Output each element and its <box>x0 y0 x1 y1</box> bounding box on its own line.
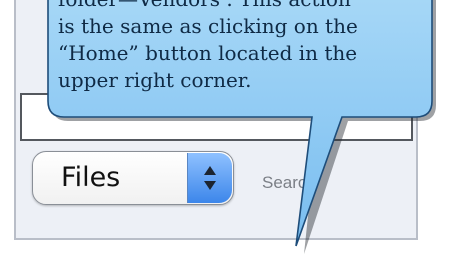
callout-line: folder—Vendors . This action <box>58 0 418 13</box>
callout-line: upper right corner. <box>58 68 252 92</box>
callout-text: folder—Vendors . This action is the same… <box>58 0 418 94</box>
callout-line: is the same as clicking on the <box>58 14 358 38</box>
callout-line: “Home” button located in the <box>58 41 358 65</box>
